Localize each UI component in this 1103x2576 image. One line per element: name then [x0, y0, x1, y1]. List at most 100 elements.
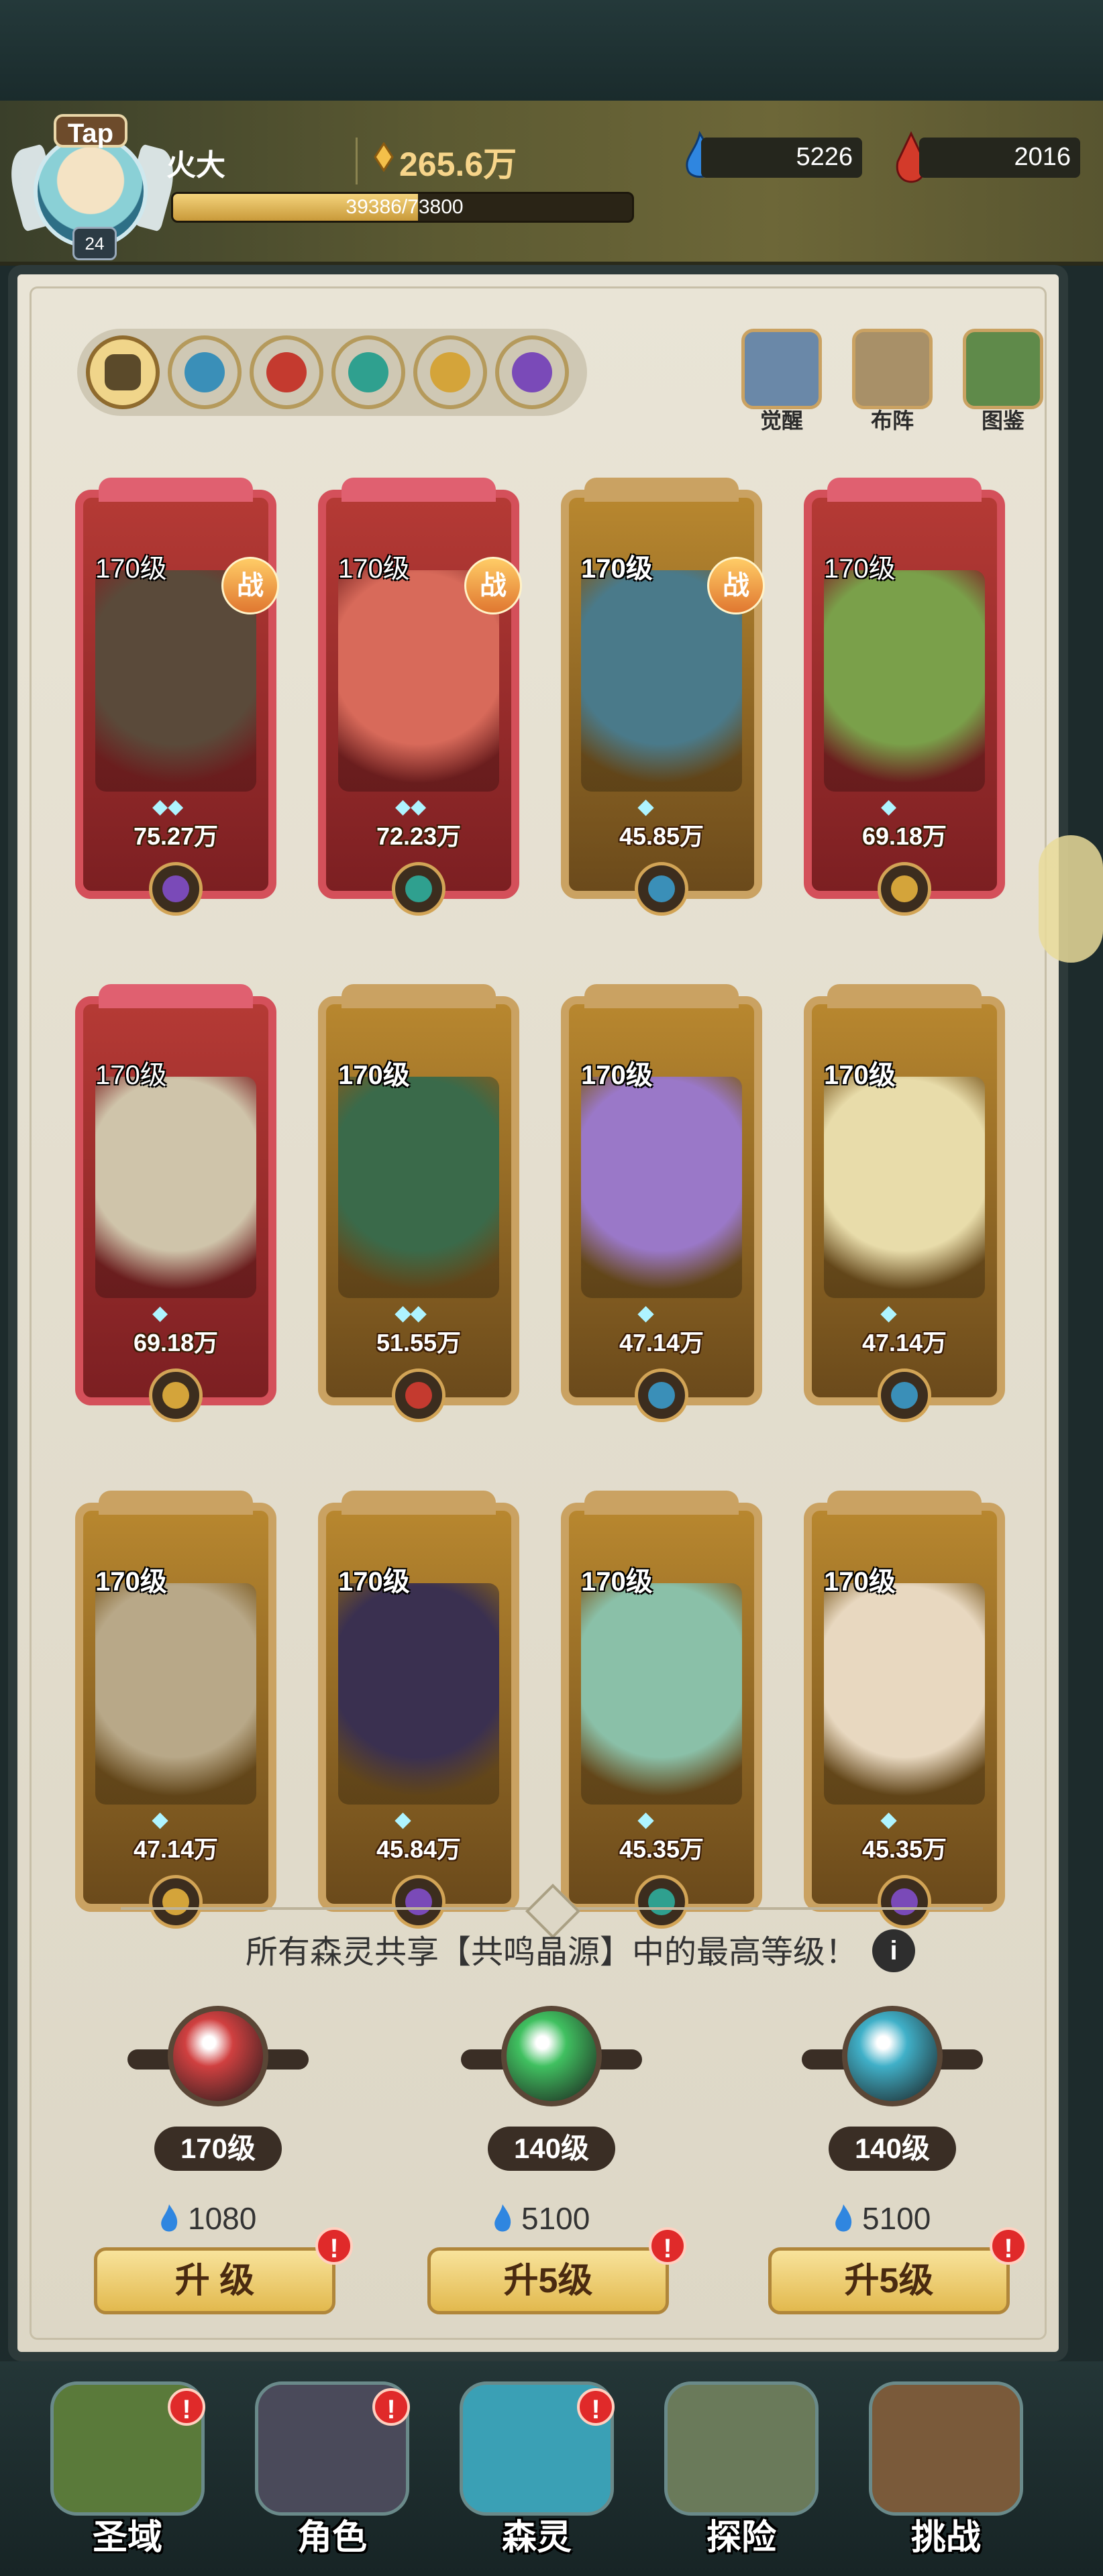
dark-element-icon [891, 1888, 918, 1915]
hero-power: 69.18万 [861, 822, 947, 850]
alert-badge: ! [990, 2227, 1027, 2265]
in-battle-badge: 战 [707, 557, 765, 614]
water-element-badge [878, 1368, 931, 1422]
light-element-icon [162, 1888, 189, 1915]
player-name: 火大 [166, 149, 225, 182]
mana-flame-icon [835, 2204, 852, 2232]
water-element-badge [635, 862, 688, 916]
hero-card[interactable]: 170级 ◆◆ 51.55万 [318, 984, 519, 1436]
hero-card[interactable]: 170级 ◆ 45.84万 [318, 1491, 519, 1942]
hero-stars: ◆ [152, 1302, 168, 1324]
hero-card[interactable]: 170级 ◆ 47.14万 [75, 1491, 276, 1942]
fire-element-icon [405, 1382, 432, 1409]
fire-element-icon [266, 352, 307, 392]
tab-all[interactable] [86, 335, 160, 409]
water-element-icon [648, 1382, 675, 1409]
side-pull-tab[interactable] [1039, 835, 1103, 963]
mana-value: 5226 [796, 143, 853, 171]
tab-fire[interactable] [250, 335, 323, 409]
nav-label: 挑战 [910, 2518, 981, 2557]
player-level-badge: 24 [72, 227, 117, 260]
codex-button[interactable]: 图鉴 [956, 329, 1050, 436]
alert-badge: ! [315, 2227, 353, 2265]
resonance-crystal-icon [168, 2006, 268, 2106]
codex-icon [963, 329, 1043, 409]
hero-card[interactable]: 170级 ◆ 47.14万 [804, 984, 1005, 1436]
resonance-crystal-icon [842, 2006, 943, 2106]
hero-card[interactable]: 170级 战 ◆◆ 72.23万 [318, 478, 522, 929]
hero-portrait [824, 1077, 985, 1298]
tab-dark[interactable] [495, 335, 569, 409]
nav-label: 圣域 [92, 2518, 162, 2557]
hero-stars: ◆ [152, 1809, 168, 1831]
mana-flame-icon [161, 2204, 178, 2232]
hero-level: 170级 [581, 554, 653, 584]
hero-card[interactable]: 170级 ◆ 45.35万 [804, 1491, 1005, 1942]
nav-challenge[interactable]: 挑战 [859, 2381, 1033, 2576]
hero-level: 170级 [95, 1567, 167, 1597]
wind-element-icon [405, 875, 432, 902]
light-element-icon [891, 875, 918, 902]
header-separator [356, 138, 358, 184]
dark-element-badge [149, 862, 203, 916]
hero-level: 170级 [338, 1567, 410, 1597]
upgrade-button[interactable]: 升 级 [94, 2247, 335, 2314]
top-band [0, 0, 1103, 101]
xp-bar: 39386/73800 [171, 192, 634, 223]
upgrade-cost: 1080 [188, 2201, 257, 2236]
water-element-icon [185, 352, 225, 392]
awaken-button[interactable]: 觉醒 [735, 329, 829, 436]
hero-stars: ◆ [638, 796, 654, 818]
nav-forest-spirit[interactable]: 森灵! [450, 2381, 624, 2576]
card-crest [584, 478, 739, 502]
hero-power: 45.84万 [376, 1835, 462, 1863]
challenge-icon [869, 2381, 1023, 2516]
card-crest [342, 984, 496, 1008]
nav-adventure[interactable]: 探险 [654, 2381, 829, 2576]
mana-counter: 5226 [701, 138, 862, 178]
orb-level: 170级 [154, 2127, 282, 2171]
nav-sanctuary[interactable]: 圣域! [40, 2381, 215, 2576]
formation-icon [852, 329, 933, 409]
formation-button[interactable]: 布阵 [845, 329, 939, 436]
hero-card[interactable]: 170级 ◆ 45.35万 [561, 1491, 762, 1942]
gold-icon [374, 142, 394, 172]
hero-power: 47.14万 [619, 1329, 704, 1356]
hero-stars: ◆ [638, 1302, 654, 1324]
upgrade-button[interactable]: 升5级 [427, 2247, 669, 2314]
hero-card[interactable]: 170级 ◆ 47.14万 [561, 984, 762, 1436]
hero-card[interactable]: 170级 ◆ 69.18万 [75, 984, 276, 1436]
hero-card[interactable]: 170级 战 ◆ 45.85万 [561, 478, 765, 929]
hero-stars: ◆ [638, 1809, 654, 1831]
awaken-icon [741, 329, 822, 409]
hero-power: 47.14万 [133, 1835, 219, 1863]
tab-light[interactable] [413, 335, 487, 409]
card-crest [99, 984, 253, 1008]
info-button[interactable]: i [872, 1929, 915, 1972]
wind-element-icon [648, 1888, 675, 1915]
adventure-icon [664, 2381, 819, 2516]
alert-badge: ! [649, 2227, 686, 2265]
resonance-orb: 140级 [788, 1986, 990, 2227]
hero-power: 47.14万 [861, 1329, 947, 1356]
fire-element-badge [392, 1368, 445, 1422]
resonance-orb: 170级 [114, 1986, 315, 2227]
hero-card[interactable]: 170级 战 ◆◆ 75.27万 [75, 478, 279, 929]
hero-card[interactable]: 170级 ◆ 69.18万 [804, 478, 1005, 929]
upgrade-button[interactable]: 升5级 [768, 2247, 1010, 2314]
hero-portrait [95, 1077, 256, 1298]
gold-amount: 265.6万 [399, 146, 517, 183]
top-button-label: 觉醒 [759, 409, 803, 433]
hero-stars: ◆◆ [395, 796, 427, 818]
wind-element-badge [392, 862, 445, 916]
water-element-icon [648, 875, 675, 902]
nav-character[interactable]: 角色! [245, 2381, 419, 2576]
top-button-label: 图鉴 [981, 409, 1025, 433]
hero-level: 170级 [824, 554, 896, 584]
wind-element-badge [635, 1875, 688, 1929]
player-avatar[interactable]: Tap 24 [3, 107, 181, 262]
tab-wind[interactable] [331, 335, 405, 409]
tab-water[interactable] [168, 335, 242, 409]
hero-stars: ◆ [395, 1809, 411, 1831]
upgrade-cost: 5100 [521, 2201, 590, 2236]
